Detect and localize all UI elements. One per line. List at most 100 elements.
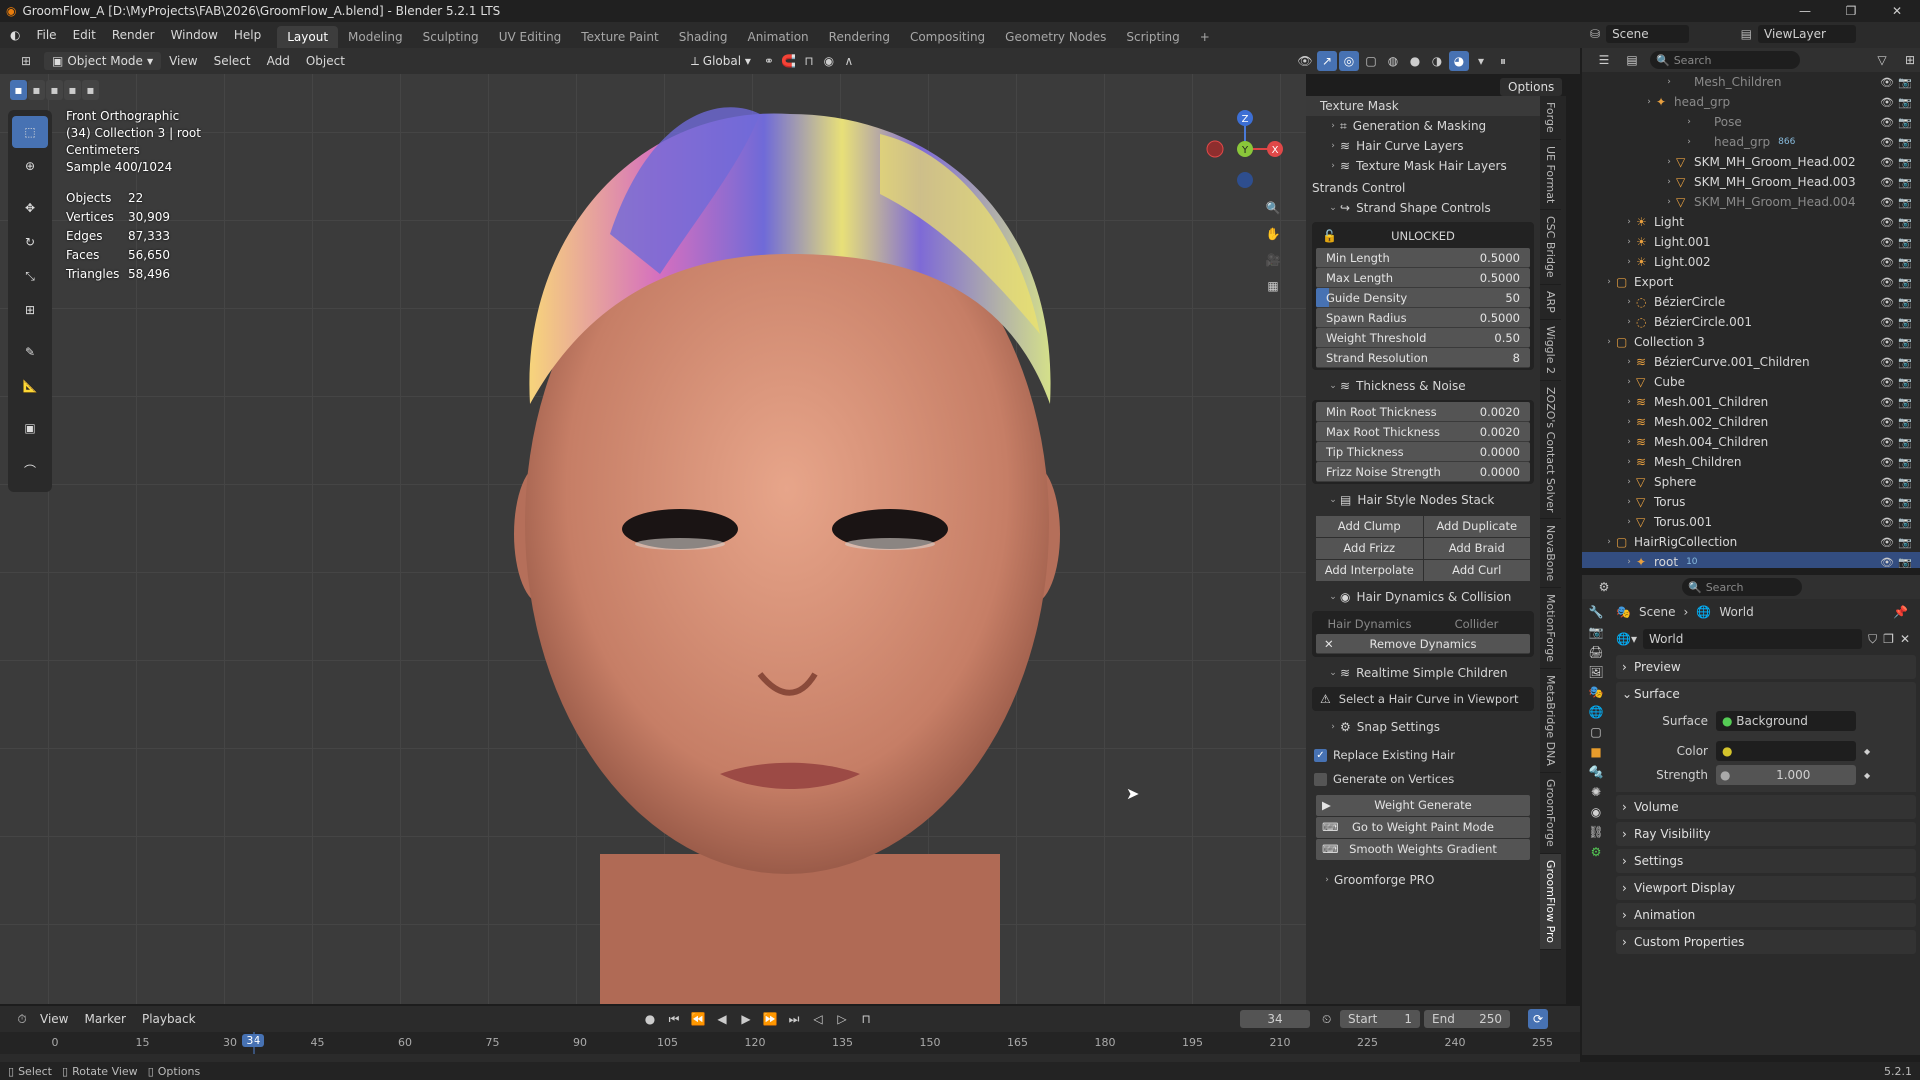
properties-editor-icon[interactable]: ⚙ — [1594, 577, 1614, 597]
chevron-right-icon[interactable]: › — [1622, 377, 1636, 387]
eye-icon[interactable]: 👁 — [1880, 396, 1894, 409]
select-box-tool-icon[interactable]: ⬚ — [12, 116, 48, 148]
outliner-row[interactable]: › Pose 👁 📷 — [1582, 112, 1920, 132]
outliner-row[interactable]: › ▢ Collection 3 👁 📷 — [1582, 332, 1920, 352]
chevron-right-icon[interactable]: › — [1622, 397, 1636, 407]
eye-icon[interactable]: 👁 — [1880, 456, 1894, 469]
hair-dynamics-button[interactable]: Hair Dynamics — [1316, 617, 1423, 631]
tab-groomflow-pro[interactable]: GroomFlow Pro — [1540, 853, 1561, 950]
panel-ray-visibility[interactable]: › Ray Visibility — [1616, 822, 1916, 846]
chevron-right-icon[interactable]: › — [1622, 217, 1636, 227]
camera-icon[interactable]: 📷 — [1898, 176, 1912, 189]
collection-tab-icon[interactable]: ▢ — [1590, 725, 1601, 739]
camera-icon[interactable]: 📷 — [1898, 216, 1912, 229]
chevron-right-icon[interactable]: › — [1622, 457, 1636, 467]
eye-icon[interactable]: 👁 — [1880, 356, 1894, 369]
panel-animation[interactable]: › Animation — [1616, 903, 1916, 927]
3d-viewport[interactable]: Front Orthographic (34) Collection 3 | r… — [0, 74, 1306, 1004]
physics-tab-icon[interactable]: ◉ — [1591, 805, 1601, 819]
pause-render-icon[interactable]: ⏸ — [1493, 51, 1513, 71]
chevron-right-icon[interactable]: › — [1602, 277, 1616, 287]
tab-layout[interactable]: Layout — [277, 26, 339, 48]
eye-icon[interactable]: 👁 — [1880, 556, 1894, 569]
chevron-right-icon[interactable]: › — [1602, 337, 1616, 347]
camera-icon[interactable]: 📷 — [1898, 196, 1912, 209]
eye-icon[interactable]: 👁 — [1880, 256, 1894, 269]
add-frizz-button[interactable]: Add Frizz — [1316, 538, 1423, 559]
modifier-tab-icon[interactable]: 🔩 — [1589, 765, 1604, 779]
maximize-icon[interactable]: ❐ — [1828, 0, 1874, 22]
breadcrumb-scene[interactable]: Scene — [1639, 605, 1676, 619]
add-workspace-icon[interactable]: + — [1190, 26, 1220, 48]
collider-button[interactable]: Collider — [1423, 617, 1530, 631]
breadcrumb-world[interactable]: World — [1719, 605, 1753, 619]
measure-tool-icon[interactable]: 📐 — [12, 370, 48, 402]
record-icon[interactable]: ● — [640, 1009, 660, 1029]
properties-search[interactable]: 🔍 Search — [1682, 578, 1802, 596]
replace-hair-checkbox[interactable]: ✓ Replace Existing Hair — [1306, 745, 1540, 765]
camera-icon[interactable]: 📷 — [1898, 396, 1912, 409]
filter-icon[interactable]: ▽ — [1872, 50, 1892, 70]
spawn-radius-field[interactable]: Spawn Radius 0.5000 — [1316, 308, 1530, 328]
vp-menu-view[interactable]: View — [161, 48, 205, 74]
outliner-row[interactable]: › ≋ Mesh.004_Children 👁 📷 — [1582, 432, 1920, 452]
jump-start-icon[interactable]: ⏮ — [664, 1009, 684, 1029]
tab-scripting[interactable]: Scripting — [1116, 26, 1189, 48]
tab-animation[interactable]: Animation — [737, 26, 818, 48]
max-length-field[interactable]: Max Length 0.5000 — [1316, 268, 1530, 288]
menu-render[interactable]: Render — [104, 22, 163, 48]
keyframe-icon[interactable]: ◆ — [1864, 747, 1870, 756]
falloff-icon[interactable]: ∧ — [839, 51, 859, 71]
camera-icon[interactable]: 📷 — [1898, 456, 1912, 469]
shading-options-icon[interactable]: ▾ — [1471, 51, 1491, 71]
editor-type-icon[interactable]: ⊞ — [16, 51, 36, 71]
tab-sculpting[interactable]: Sculpting — [413, 26, 489, 48]
prev-keyframe-icon[interactable]: ⏪ — [688, 1009, 708, 1029]
snap-icon[interactable]: 🧲 — [779, 51, 799, 71]
panel-strand-shape[interactable]: ⌄ ↪ Strand Shape Controls — [1306, 198, 1540, 218]
outliner-row[interactable]: › ▽ SKM_MH_Groom_Head.003 👁 📷 — [1582, 172, 1920, 192]
pin-icon[interactable]: 📌 — [1893, 605, 1908, 619]
pan-hand-icon[interactable]: ✋ — [1263, 224, 1283, 244]
surface-shader-field[interactable]: ● Background — [1716, 711, 1856, 731]
tab-shading[interactable]: Shading — [669, 26, 738, 48]
curve-draw-tool-icon[interactable]: ⌒ — [12, 454, 48, 486]
keyframe-icon[interactable]: ◆ — [1864, 771, 1870, 780]
tab-rendering[interactable]: Rendering — [819, 26, 900, 48]
start-field[interactable]: Start 1 — [1340, 1010, 1420, 1028]
tip-thickness-field[interactable]: Tip Thickness 0.0000 — [1316, 442, 1530, 462]
panel-hair-curve-layers[interactable]: › ≋ Hair Curve Layers — [1306, 136, 1540, 156]
add-clump-button[interactable]: Add Clump — [1316, 516, 1423, 537]
transform-orientation-dropdown[interactable]: ⟂ Global ▾ — [683, 52, 759, 71]
panel-hair-style-stack[interactable]: ⌄ ▤ Hair Style Nodes Stack — [1306, 490, 1540, 510]
outliner-row[interactable]: › ≋ Mesh.001_Children 👁 📷 — [1582, 392, 1920, 412]
eye-icon[interactable]: 👁 — [1880, 316, 1894, 329]
goto-weight-paint-button[interactable]: ⌨ Go to Weight Paint Mode — [1316, 817, 1530, 838]
data-tab-icon[interactable]: ⚙ — [1591, 845, 1602, 859]
panel-texture-mask-layers[interactable]: › ≋ Texture Mask Hair Layers — [1306, 156, 1540, 176]
tab-wiggle[interactable]: Wiggle 2 — [1540, 320, 1561, 381]
tab-uv-editing[interactable]: UV Editing — [489, 26, 572, 48]
outliner-row[interactable]: › ▽ SKM_MH_Groom_Head.002 👁 📷 — [1582, 152, 1920, 172]
viewlayer-name[interactable]: ViewLayer — [1758, 25, 1856, 43]
proportional-edit-icon[interactable]: ◉ — [819, 51, 839, 71]
scene-name[interactable]: Scene — [1606, 25, 1689, 43]
chevron-right-icon[interactable]: › — [1622, 517, 1636, 527]
annotate-tool-icon[interactable]: ✎ — [12, 336, 48, 368]
chevron-right-icon[interactable]: › — [1622, 297, 1636, 307]
menu-edit[interactable]: Edit — [65, 22, 104, 48]
add-duplicate-button[interactable]: Add Duplicate — [1423, 516, 1530, 537]
camera-icon[interactable]: 📷 — [1898, 236, 1912, 249]
current-frame-field[interactable]: 34 — [1240, 1010, 1310, 1028]
timeline-ruler[interactable]: 0 15 30 45 60 75 90 105 120 135 150 165 180 195 210 225… — [0, 1032, 1580, 1054]
camera-icon[interactable]: 📷 — [1898, 496, 1912, 509]
panel-surface[interactable]: ⌄ Surface — [1616, 682, 1916, 706]
prev-frame-icon[interactable]: ◁ — [808, 1009, 828, 1029]
tab-groomforge[interactable]: GroomForge — [1540, 773, 1561, 854]
tab-forge[interactable]: Forge — [1540, 96, 1561, 140]
weight-threshold-field[interactable]: Weight Threshold 0.50 — [1316, 328, 1530, 348]
camera-icon[interactable]: 📷 — [1898, 556, 1912, 569]
eye-icon[interactable]: 👁 — [1880, 276, 1894, 289]
outliner-row[interactable]: › ▢ Export 👁 📷 — [1582, 272, 1920, 292]
camera-icon[interactable]: 📷 — [1898, 356, 1912, 369]
